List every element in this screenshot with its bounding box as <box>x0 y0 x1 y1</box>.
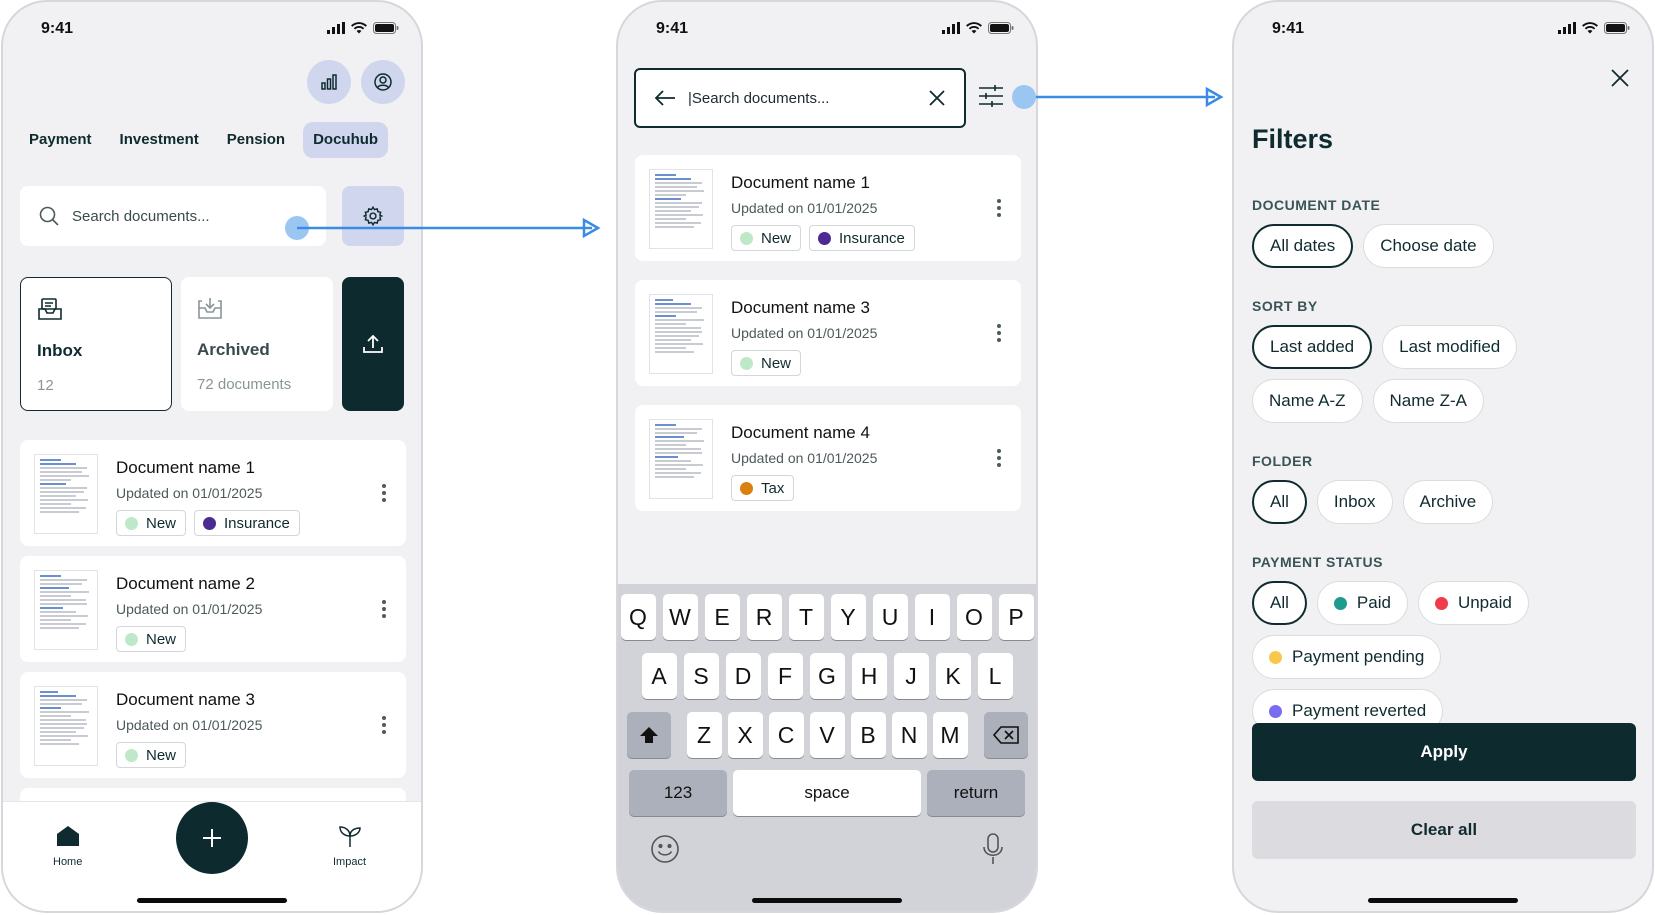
flow-arrows <box>297 86 1224 239</box>
hotspot-marker <box>1012 85 1036 109</box>
